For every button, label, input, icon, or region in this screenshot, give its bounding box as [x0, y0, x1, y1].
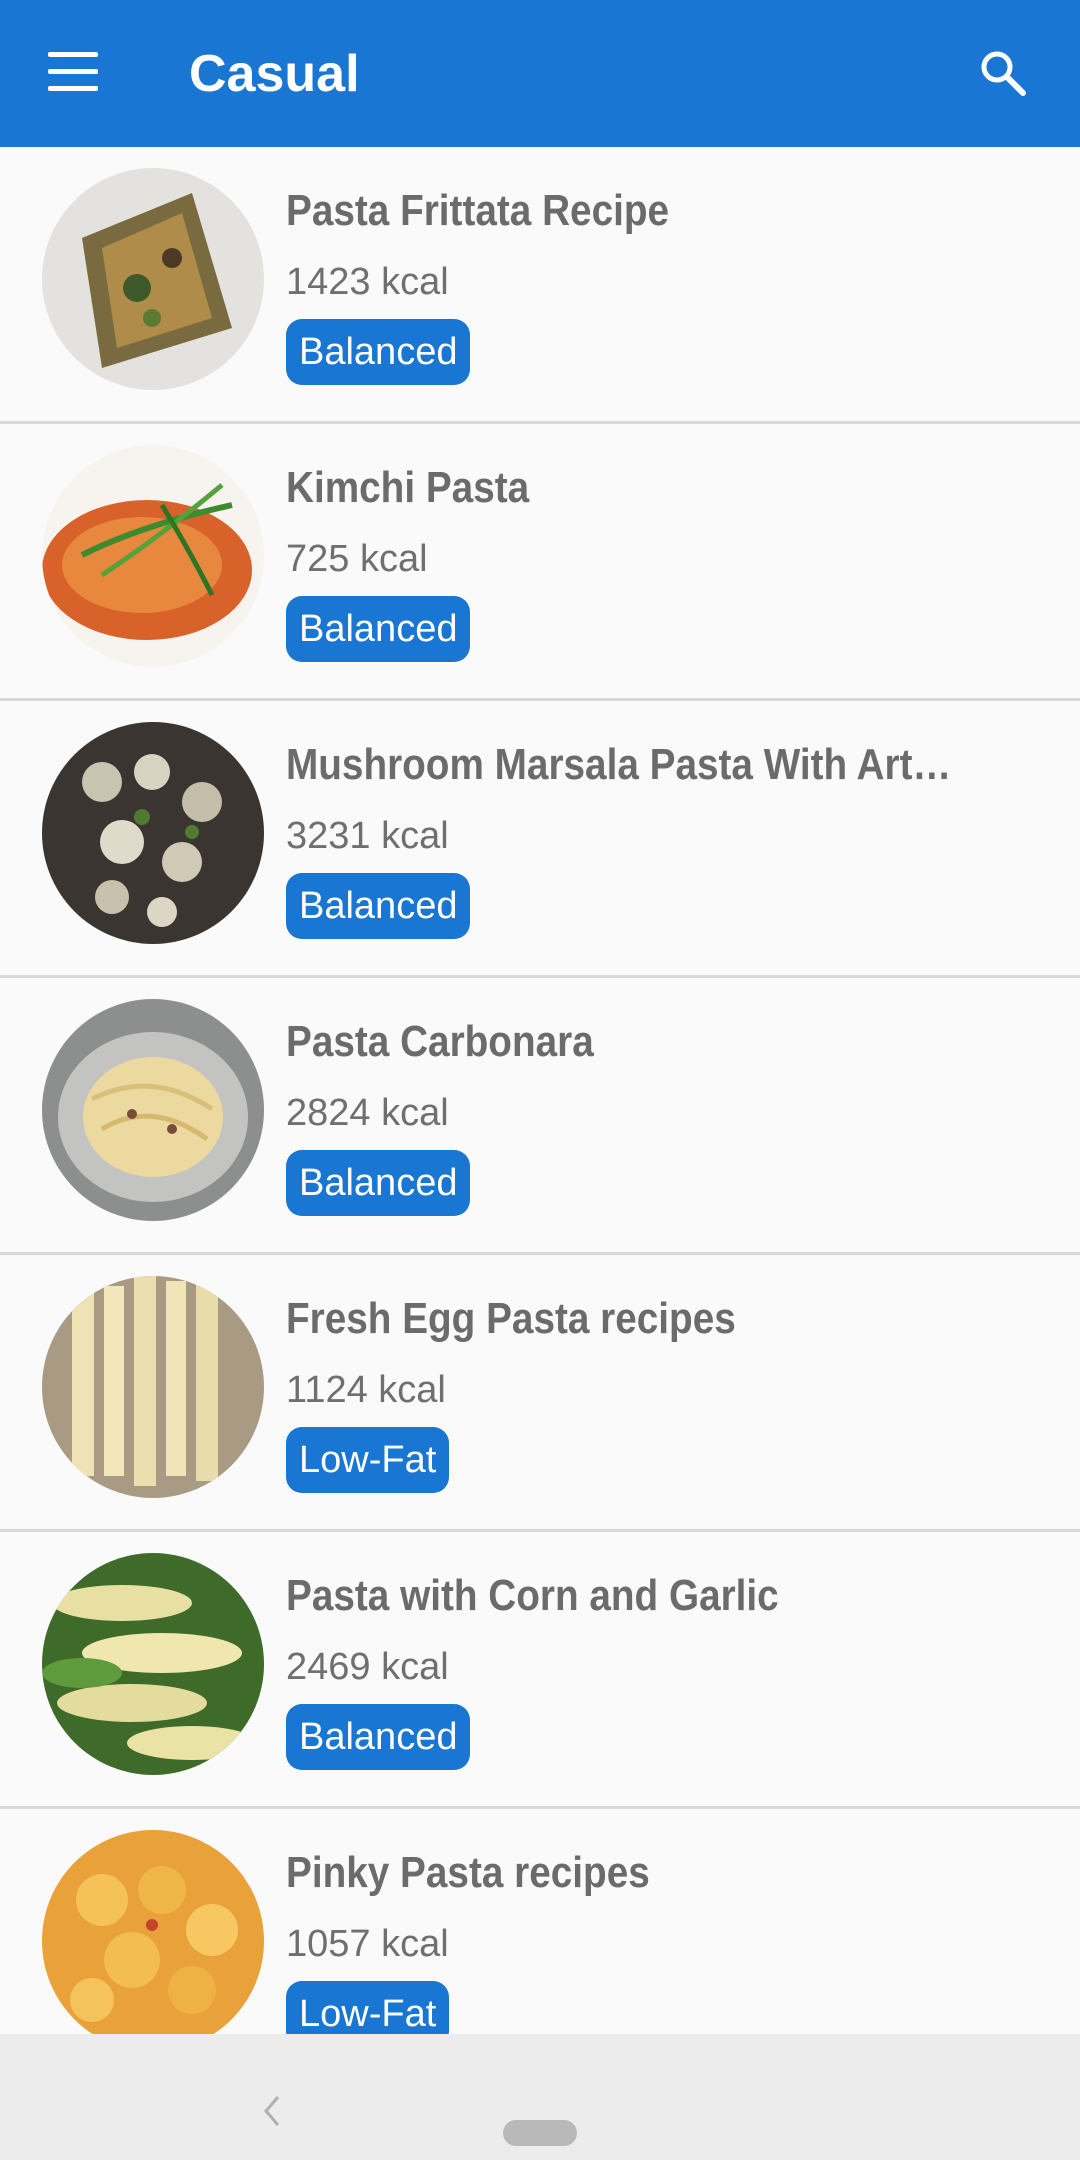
recipe-name: Pinky Pasta recipes	[286, 1848, 650, 1897]
recipe-thumbnail	[42, 999, 264, 1221]
recipe-list-item[interactable]: Kimchi Pasta 725 kcal Balanced	[0, 424, 1080, 701]
back-icon[interactable]	[262, 2094, 282, 2128]
recipe-kcal: 3231 kcal	[286, 815, 449, 857]
recipe-kcal: 1057 kcal	[286, 1923, 449, 1965]
recipe-list-item[interactable]: Fresh Egg Pasta recipes 1124 kcal Low-Fa…	[0, 1255, 1080, 1532]
recipe-kcal: 2824 kcal	[286, 1092, 449, 1134]
recipe-thumbnail	[42, 1276, 264, 1498]
recipe-name: Kimchi Pasta	[286, 463, 530, 512]
recipe-thumbnail	[42, 1830, 264, 2052]
recipe-thumbnail	[42, 168, 264, 390]
recipe-name: Pasta Frittata Recipe	[286, 186, 670, 235]
home-pill[interactable]	[503, 2120, 577, 2146]
menu-icon[interactable]	[48, 52, 100, 92]
diet-badge: Balanced	[286, 596, 471, 662]
recipe-kcal: 1124 kcal	[286, 1369, 446, 1411]
recipe-thumbnail	[42, 1553, 264, 1775]
recipe-kcal: 725 kcal	[286, 538, 428, 580]
diet-badge: Balanced	[286, 873, 471, 939]
diet-badge: Balanced	[286, 319, 471, 385]
recipe-list: Pasta Frittata Recipe 1423 kcal Balanced…	[0, 147, 1080, 2086]
recipe-kcal: 2469 kcal	[286, 1646, 449, 1688]
system-navigation-bar	[0, 2034, 1080, 2160]
page-title: Casual	[189, 45, 360, 103]
app-bar: Casual	[0, 0, 1080, 147]
recipe-name: Mushroom Marsala Pasta With Artich…	[286, 740, 955, 789]
diet-badge: Balanced	[286, 1150, 471, 1216]
diet-badge: Balanced	[286, 1704, 471, 1770]
diet-badge: Low-Fat	[286, 1427, 450, 1493]
search-icon[interactable]	[978, 48, 1028, 98]
recipe-kcal: 1423 kcal	[286, 261, 449, 303]
recipe-list-item[interactable]: Pasta Frittata Recipe 1423 kcal Balanced	[0, 147, 1080, 424]
recipe-name: Pasta with Corn and Garlic	[286, 1571, 779, 1620]
recipe-list-item[interactable]: Pasta with Corn and Garlic 2469 kcal Bal…	[0, 1532, 1080, 1809]
recipe-list-item[interactable]: Mushroom Marsala Pasta With Artich… 3231…	[0, 701, 1080, 978]
recipe-name: Fresh Egg Pasta recipes	[286, 1294, 736, 1343]
recipe-name: Pasta Carbonara	[286, 1017, 594, 1066]
recipe-thumbnail	[42, 445, 264, 667]
recipe-list-item[interactable]: Pasta Carbonara 2824 kcal Balanced	[0, 978, 1080, 1255]
recipe-thumbnail	[42, 722, 264, 944]
